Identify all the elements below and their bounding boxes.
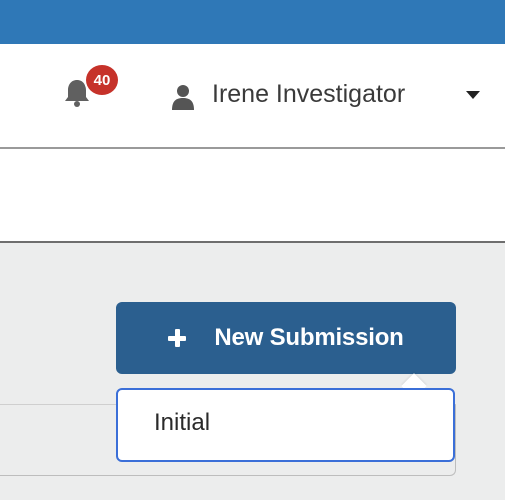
page-subheader [0,149,505,243]
notification-badge[interactable]: 40 [84,63,120,97]
caret-down-icon[interactable] [466,91,480,99]
user-name[interactable]: Irene Investigator [212,80,405,109]
plus-icon [168,329,187,347]
dropdown-item-initial[interactable]: Initial [154,409,210,437]
user-icon[interactable] [172,84,194,110]
top-app-bar [0,0,505,44]
new-submission-label: New Submission [214,324,404,351]
header-bar: 40 Irene Investigator [0,44,505,149]
new-submission-button[interactable]: New Submission [116,302,456,374]
submission-type-dropdown: Initial [116,388,455,462]
